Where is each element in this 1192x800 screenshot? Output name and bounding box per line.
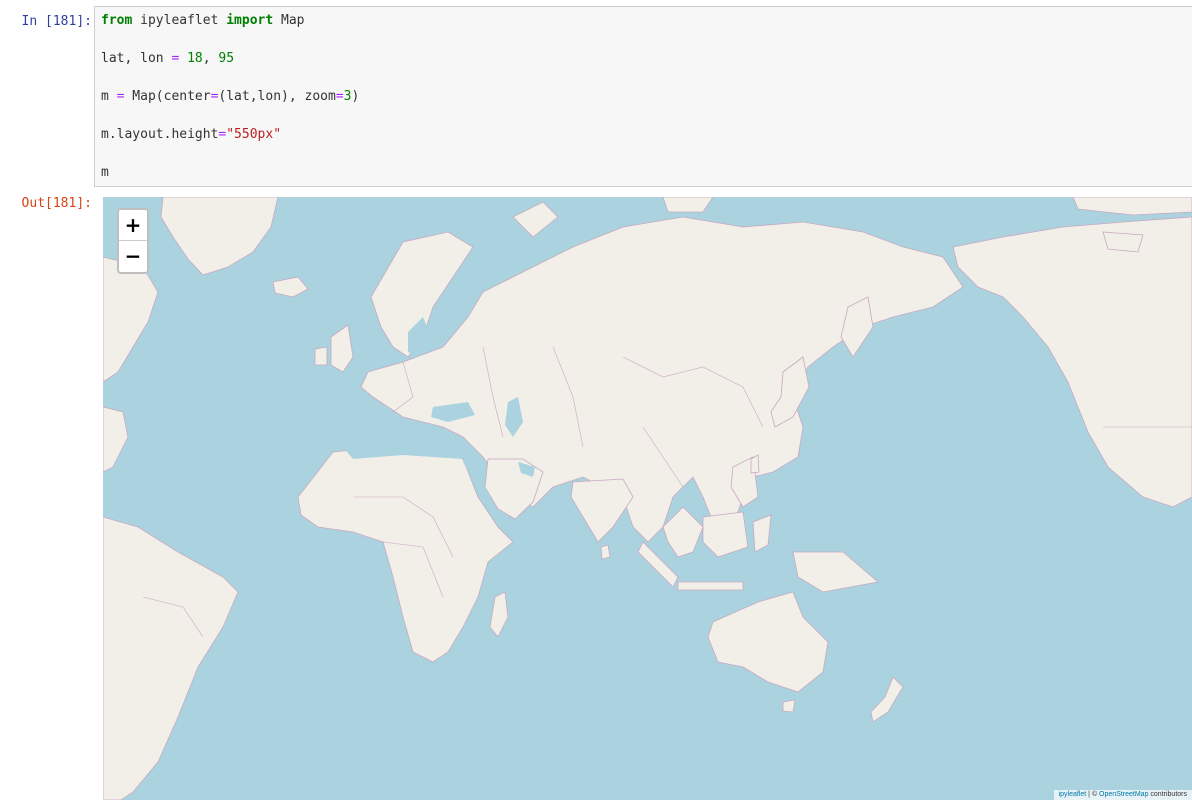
map-tiles[interactable] xyxy=(103,197,1192,800)
zoom-out-button[interactable]: − xyxy=(119,241,147,271)
landmass-tasmania xyxy=(782,699,796,713)
code-editor[interactable]: from ipyleaflet import Map lat, lon = 18,… xyxy=(94,6,1192,187)
landmass-borneo xyxy=(702,511,749,558)
code-token: from xyxy=(101,13,133,28)
landmass-uk xyxy=(330,324,354,373)
map-widget[interactable]: + − ipyleaflet | © OpenStreetMap contrib… xyxy=(103,197,1192,800)
code-token: 95 xyxy=(218,51,235,66)
code-token: m.layout.height xyxy=(101,127,219,142)
code-line: m xyxy=(101,165,109,181)
landmass-south-america xyxy=(103,516,239,800)
code-line: from ipyleaflet import Map xyxy=(101,13,305,29)
landmass-north-america-east xyxy=(103,256,159,383)
openstreetmap-link[interactable]: OpenStreetMap xyxy=(1099,791,1148,798)
attribution-suffix: contributors xyxy=(1148,791,1187,798)
code-token: lat, lon xyxy=(101,51,172,66)
landmass-india xyxy=(570,478,634,543)
landmass-se-asia xyxy=(662,506,704,558)
landmass-canadian-arctic xyxy=(1072,197,1192,216)
code-token: import xyxy=(226,13,274,28)
code-token: ) xyxy=(351,89,360,104)
map-attribution: ipyleaflet | © OpenStreetMap contributor… xyxy=(1053,790,1192,800)
landmass-sri-lanka xyxy=(600,544,611,560)
landmass-north-america-west xyxy=(952,216,1192,508)
zoom-in-button[interactable]: + xyxy=(119,210,147,241)
landmass-australia xyxy=(707,591,829,693)
code-token: m xyxy=(101,165,109,180)
input-prompt: In [181]: xyxy=(21,14,92,29)
landmass-sumatra xyxy=(637,541,679,588)
landmass-new-guinea xyxy=(792,551,879,593)
output-prompt: Out[181]: xyxy=(21,196,92,211)
code-token: Map(center xyxy=(124,89,211,104)
code-token: , xyxy=(202,51,219,66)
code-token: m xyxy=(101,89,117,104)
code-line: m = Map(center=(lat,lon), zoom=3) xyxy=(101,89,359,105)
code-token: "550px" xyxy=(226,127,282,142)
landmass-severnaya xyxy=(662,197,714,213)
landmass-ireland xyxy=(314,346,328,366)
code-line: lat, lon = 18, 95 xyxy=(101,51,234,67)
code-token: 18 xyxy=(187,51,203,66)
landmass-madagascar xyxy=(489,591,509,638)
code-token: (lat,lon), zoom xyxy=(218,89,336,104)
landmass-java xyxy=(677,581,744,591)
zoom-control: + − xyxy=(117,208,149,274)
landmass-novaya-zemlya xyxy=(512,201,559,238)
landmass-north-america-east-2 xyxy=(103,406,129,473)
landmass-iceland xyxy=(272,276,309,298)
landmass-greenland xyxy=(160,197,279,276)
code-line: m.layout.height="550px" xyxy=(101,127,281,143)
code-token: Map xyxy=(273,13,305,28)
landmass-sulawesi xyxy=(752,514,772,553)
code-token: ipyleaflet xyxy=(132,13,227,28)
landmass-canadian-arctic-2 xyxy=(1102,231,1144,253)
attribution-separator: | © xyxy=(1086,791,1100,798)
landmass-new-zealand xyxy=(870,676,904,723)
ipyleaflet-link[interactable]: ipyleaflet xyxy=(1059,791,1087,798)
code-token: = xyxy=(335,89,344,104)
